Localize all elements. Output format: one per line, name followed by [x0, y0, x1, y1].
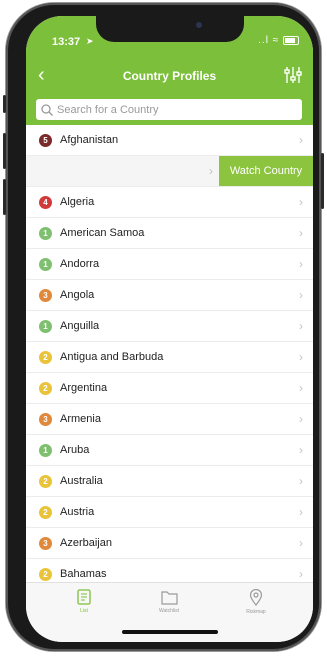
risk-badge: 4: [39, 195, 52, 209]
list-item[interactable]: 1 Andorra ›: [26, 249, 313, 280]
risk-badge: 3: [39, 536, 52, 550]
risk-badge: 2: [39, 505, 52, 519]
country-name: Austria: [60, 506, 95, 518]
home-indicator[interactable]: [122, 630, 218, 634]
risk-badge: 2: [39, 474, 52, 488]
chevron-right-icon: ›: [299, 474, 303, 488]
chevron-right-icon: ›: [299, 133, 303, 147]
country-name: Andorra: [60, 258, 100, 270]
document-list-icon: [77, 589, 91, 605]
tab-label: Watchlist: [158, 608, 180, 614]
country-name: Azerbaijan: [60, 537, 112, 549]
country-name: Antigua and Barbuda: [60, 351, 164, 363]
mute-switch: [3, 95, 6, 113]
volume-down-button: [3, 179, 6, 215]
risk-badge: 1: [39, 226, 52, 240]
tab-list[interactable]: List: [49, 589, 119, 614]
country-list: 5 Afghanistan › › Watch Country 4 Algeri…: [26, 125, 313, 590]
chevron-right-icon: ›: [299, 226, 303, 240]
status-icons: ..l ≈: [258, 35, 299, 46]
wifi-icon: ≈: [272, 35, 280, 46]
country-name: Afghanistan: [60, 134, 119, 146]
list-item[interactable]: 3 Azerbaijan ›: [26, 528, 313, 559]
filter-sliders-icon[interactable]: [283, 65, 303, 85]
risk-badge: 2: [39, 567, 52, 581]
chevron-right-icon: ›: [299, 288, 303, 302]
list-item[interactable]: 2 Austria ›: [26, 497, 313, 528]
volume-up-button: [3, 133, 6, 169]
search-bar[interactable]: [36, 99, 302, 120]
page-title: Country Profiles: [122, 69, 217, 83]
location-arrow-icon: ➤: [86, 36, 94, 46]
risk-badge: 1: [39, 443, 52, 457]
country-name: Armenia: [60, 413, 101, 425]
country-name: Argentina: [60, 382, 108, 394]
risk-badge: 1: [39, 257, 52, 271]
country-name: Australia: [60, 475, 103, 487]
status-bar: 13:37 ➤ ..l ≈: [26, 16, 313, 61]
chevron-right-icon: ›: [299, 319, 303, 333]
list-item[interactable]: 1 Aruba ›: [26, 435, 313, 466]
phone-frame: 13:37 ➤ ..l ≈ ‹ Country Profiles Search …: [3, 3, 324, 651]
signal-icon: ..l: [258, 35, 269, 46]
chevron-right-icon: ›: [299, 567, 303, 581]
power-button: [321, 153, 324, 209]
chevron-right-icon: ›: [299, 412, 303, 426]
risk-badge: 2: [39, 350, 52, 364]
tab-watchlist[interactable]: Watchlist: [134, 589, 204, 614]
country-name: Angola: [60, 289, 95, 301]
chevron-right-icon: ›: [299, 505, 303, 519]
risk-badge: 5: [39, 133, 52, 147]
chevron-right-icon: ›: [299, 536, 303, 550]
tab-riskmap[interactable]: Riskmap: [221, 589, 291, 615]
list-item[interactable]: 1 Anguilla ›: [26, 311, 313, 342]
list-item[interactable]: 5 Afghanistan ›: [26, 125, 313, 156]
watch-country-button[interactable]: Watch Country: [219, 156, 313, 186]
app-header: 13:37 ➤ ..l ≈ ‹ Country Profiles: [26, 16, 313, 131]
country-name: Bahamas: [60, 568, 107, 580]
tab-label: List: [80, 608, 88, 614]
chevron-right-icon: ›: [299, 350, 303, 364]
list-item[interactable]: 2 Argentina ›: [26, 373, 313, 404]
risk-badge: 3: [39, 412, 52, 426]
risk-badge: 3: [39, 288, 52, 302]
camera-icon: [196, 22, 202, 28]
search-input[interactable]: [54, 103, 287, 116]
tab-label: Riskmap: [246, 609, 266, 615]
country-name: American Samoa: [60, 227, 145, 239]
battery-icon: [283, 35, 299, 45]
screen: 13:37 ➤ ..l ≈ ‹ Country Profiles Search …: [26, 16, 313, 642]
list-item[interactable]: 2 Australia ›: [26, 466, 313, 497]
chevron-right-icon: ›: [299, 443, 303, 457]
notch: [96, 16, 244, 42]
list-item[interactable]: 3 Armenia ›: [26, 404, 313, 435]
map-pin-icon: [249, 589, 263, 606]
search-icon: [41, 103, 53, 116]
list-item[interactable]: 4 Algeria ›: [26, 187, 313, 218]
country-name: Algeria: [60, 196, 95, 208]
navbar: ‹ Country Profiles: [26, 61, 313, 91]
list-item-swiped[interactable]: › Watch Country: [26, 156, 313, 187]
chevron-right-icon: ›: [299, 257, 303, 271]
list-item[interactable]: 2 Antigua and Barbuda ›: [26, 342, 313, 373]
country-name: Aruba: [60, 444, 90, 456]
chevron-right-icon: ›: [299, 381, 303, 395]
chevron-right-icon: ›: [209, 164, 213, 178]
chevron-right-icon: ›: [299, 195, 303, 209]
risk-badge: 1: [39, 319, 52, 333]
risk-badge: 2: [39, 381, 52, 395]
folder-icon: [160, 591, 178, 605]
list-item[interactable]: 1 American Samoa ›: [26, 218, 313, 249]
status-time: 13:37: [52, 36, 81, 48]
country-name: Anguilla: [60, 320, 100, 332]
list-item[interactable]: 3 Angola ›: [26, 280, 313, 311]
